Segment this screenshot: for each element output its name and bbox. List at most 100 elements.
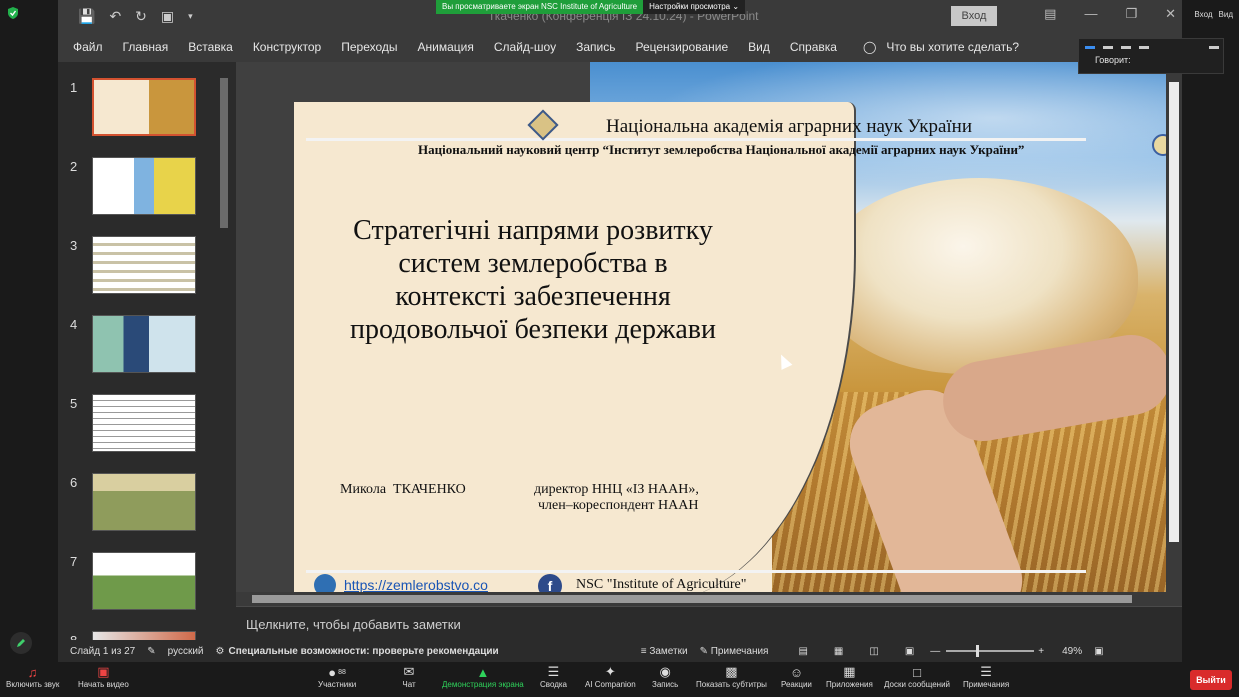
redo-icon[interactable]: ↻ [135,8,147,25]
undo-icon[interactable]: ↶ [109,8,121,25]
zoom-top-right-controls: Вход Вид [1179,0,1239,28]
chat-label: Чат [402,680,416,689]
notes-toggle[interactable]: ≡ Заметки [641,646,688,657]
scrollbar-thumb[interactable] [252,595,1132,603]
popout-icon[interactable] [1209,45,1219,49]
globe-icon [314,574,336,592]
participants-button[interactable]: ● 88 Участники [318,664,356,690]
slide-editor[interactable]: Національна академія аграрних наук Украї… [236,62,1166,606]
restore-icon[interactable]: ❐ [1125,6,1137,22]
unmute-label: Включить звук [6,680,60,689]
notes-button[interactable]: ☰ Примечания [963,664,1009,689]
notes-pane[interactable]: Щелкните, чтобы добавить заметки [236,606,1182,640]
share-status: Вы просматриваете экран NSC Institute of… [436,0,644,14]
minimize-view-icon[interactable] [1085,45,1095,49]
summary-label: Сводка [540,680,568,689]
thumbnail-slide-3[interactable]: 3 [58,236,236,306]
vertical-scrollbar[interactable] [1166,62,1182,606]
customize-qat-icon[interactable]: ▾ [188,11,193,22]
tab-view[interactable]: Вид [748,40,770,54]
fit-slide-icon[interactable]: ▣ [1094,646,1103,657]
tab-help[interactable]: Справка [790,40,837,54]
tab-file[interactable]: Файл [73,40,103,54]
unmute-button[interactable]: ♫ Включить звук [6,664,60,690]
tab-animations[interactable]: Анимация [418,40,474,54]
comments-toggle[interactable]: ✎ Примечания [700,646,769,657]
captions-label: Показать субтитры [696,680,767,689]
horizontal-scrollbar[interactable] [236,592,1166,606]
thumbnail-slide-7[interactable]: 7 [58,552,236,622]
present-icon[interactable]: ▣ [161,8,174,25]
spellcheck-icon[interactable]: ✎ [147,646,155,657]
zoom-level[interactable]: 49% [1062,646,1082,657]
tell-me-search[interactable]: ◯ Что вы хотите сделать? [863,40,1019,54]
slideshow-view-icon[interactable]: ▣ [905,646,914,657]
whiteboards-icon: □ [913,664,921,680]
normal-view-icon[interactable]: ▤ [798,646,807,657]
thumbnail-image [92,157,196,215]
zoom-speaking-panel[interactable]: Говорит: [1078,38,1224,74]
login-button[interactable]: Вход [951,6,997,26]
reactions-button[interactable]: ☺ Реакции [781,664,812,690]
minimize-icon[interactable]: — [1084,6,1097,22]
record-button[interactable]: ◉ Запись [652,664,678,689]
tab-design[interactable]: Конструктор [253,40,321,54]
gallery-view-icon[interactable] [1139,45,1149,49]
thumbnail-slide-2[interactable]: 2 [58,157,236,227]
shield-icon[interactable] [6,6,20,20]
ribbon-display-icon[interactable]: ▤ [1044,6,1056,22]
current-slide[interactable]: Національна академія аграрних наук Украї… [236,62,1166,592]
apps-button[interactable]: ▦ Приложения [826,664,873,689]
ai-companion-button[interactable]: ✦ AI Companion [585,664,636,689]
strip-view-icon[interactable] [1121,45,1131,49]
slide-sorter-icon[interactable]: ▦ [834,646,843,657]
tab-record[interactable]: Запись [576,40,615,54]
facebook-name: NSC "Institute of Agriculture" [576,577,747,592]
tab-review[interactable]: Рецензирование [635,40,728,54]
zoom-slider-handle[interactable] [976,645,980,657]
comments-toggle-label: Примечания [710,645,769,657]
tab-insert[interactable]: Вставка [188,40,233,54]
captions-button[interactable]: ▩ Показать субтитры [696,664,767,689]
leave-meeting-button[interactable]: Выйти [1190,670,1232,690]
reactions-icon: ☺ [789,664,804,680]
zoom-share-banner: Вы просматриваете экран NSC Institute of… [436,0,746,14]
zoom-out-icon[interactable]: — [930,646,940,657]
view-options-button[interactable]: Настройки просмотра ⌄ [643,0,746,14]
zoom-login-link[interactable]: Вход [1194,10,1212,19]
accessibility-icon: ⚙ [215,645,225,657]
summary-button[interactable]: ☰ Сводка [540,664,567,689]
annotate-pen-icon[interactable] [10,632,32,654]
zoom-view-button[interactable]: Вид [1219,10,1233,19]
header-divider [306,138,1086,141]
reading-view-icon[interactable]: ◫ [869,646,878,657]
thumbnail-number: 7 [70,554,78,569]
zoom-in-icon[interactable]: + [1038,646,1044,657]
thumbnail-slide-5[interactable]: 5 [58,394,236,464]
thumbnail-slide-4[interactable]: 4 [58,315,236,385]
zoom-slider[interactable] [946,645,1035,657]
share-screen-button[interactable]: ▲ Демонстрация экрана [442,664,524,690]
thumbnail-number: 8 [70,633,77,640]
tab-transitions[interactable]: Переходы [341,40,397,54]
speaking-view-controls[interactable] [1079,39,1223,55]
thumbnail-slide-6[interactable]: 6 [58,473,236,543]
tab-home[interactable]: Главная [123,40,169,54]
author-name: Микола ТКАЧЕНКО [340,482,466,497]
accessibility-status[interactable]: Специальные возможности: проверьте реком… [228,646,498,657]
save-icon[interactable]: 💾 [78,8,95,25]
thumbnail-slide-1[interactable]: 1 [58,78,236,148]
website-link[interactable]: https://zemlerobstvo.co [344,577,488,592]
whiteboards-button[interactable]: □ Доски сообщений [884,664,950,690]
thumbnail-image [92,473,196,531]
thumbnail-slide-8[interactable]: 8 [58,631,236,640]
language[interactable]: русский [168,646,204,657]
start-video-button[interactable]: ▣ Начать видео [78,664,129,689]
scrollbar-thumb[interactable] [220,78,228,228]
tab-slideshow[interactable]: Слайд-шоу [494,40,556,54]
close-icon[interactable]: ✕ [1165,6,1176,22]
speaker-view-icon[interactable] [1103,45,1113,49]
scrollbar-thumb[interactable] [1169,82,1179,542]
chat-button[interactable]: ✉ Чат [400,664,418,689]
thumbnails-scrollbar[interactable] [218,66,230,640]
